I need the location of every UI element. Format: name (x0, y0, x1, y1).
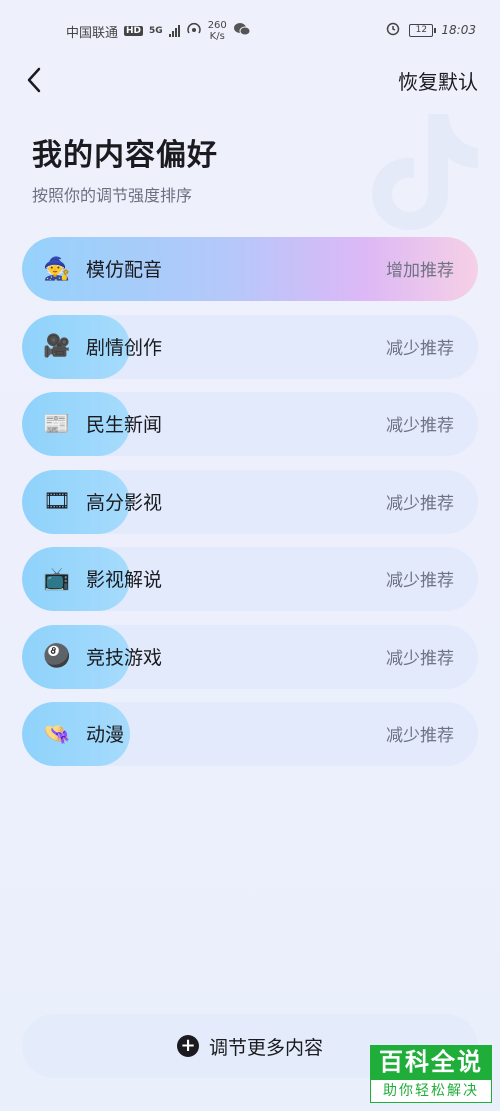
preference-action: 减少推荐 (386, 648, 454, 669)
preference-list: 🧙 模仿配音 增加推荐 🎥 剧情创作 减少推荐 📰 民生新闻 减少推荐 🎞 高分… (22, 237, 478, 780)
preference-action: 增加推荐 (386, 261, 454, 281)
back-button[interactable] (18, 64, 50, 96)
billiard-ball-icon: 🎱 (43, 644, 71, 669)
preference-label: 剧情创作 (86, 336, 163, 359)
plus-circle-icon: + (176, 1035, 199, 1057)
network-speed: 260 K/s (208, 20, 227, 42)
preference-item[interactable]: 📰 民生新闻 减少推荐 (22, 392, 478, 456)
preference-item[interactable]: 🎥 剧情创作 减少推荐 (22, 314, 478, 379)
page-title: 我的内容偏好 (32, 138, 218, 173)
preference-label: 竞技游戏 (86, 646, 163, 669)
movie-camera-icon: 🎥 (43, 334, 71, 359)
network-type: 5G (149, 25, 163, 36)
hotspot-icon (186, 22, 202, 40)
watermark-title: 百科全说 (370, 1045, 492, 1079)
clock: 18:03 (441, 23, 476, 37)
preference-label: 影视解说 (86, 569, 163, 591)
preference-item[interactable]: 🎱 竞技游戏 减少推荐 (22, 624, 478, 689)
tiktok-logo-icon (372, 114, 478, 230)
hd-badge: HD (124, 26, 144, 36)
battery-icon: 12 (409, 23, 437, 37)
straw-hat-icon: 👒 (43, 721, 71, 747)
preference-label: 高分影视 (86, 491, 163, 514)
watermark-subtitle: 助你轻松解决 (370, 1079, 492, 1103)
preference-action: 减少推荐 (386, 571, 454, 591)
speed-value: 260 (207, 20, 227, 31)
watermark-badge: 百科全说 助你轻松解决 (370, 1045, 492, 1105)
preference-item[interactable]: 📺 影视解说 减少推荐 (22, 547, 478, 611)
preference-action: 减少推荐 (386, 416, 454, 436)
status-left: 中国联通 HD 5G 260 K/s (66, 20, 251, 42)
adjust-more-label: 调节更多内容 (208, 1036, 323, 1059)
preference-item[interactable]: 👒 动漫 减少推荐 (22, 702, 478, 766)
preference-action: 减少推荐 (386, 493, 454, 514)
status-bar: 中国联通 HD 5G 260 K/s 12 18:03 (0, 0, 500, 60)
preference-label: 模仿配音 (86, 259, 163, 281)
wizard-icon: 🧙 (43, 256, 71, 282)
preference-label: 动漫 (86, 724, 125, 746)
reset-default-button[interactable]: 恢复默认 (398, 66, 478, 95)
preference-label: 民生新闻 (86, 414, 163, 436)
signal-icon (168, 25, 180, 37)
preference-action: 减少推荐 (386, 726, 454, 746)
status-right: 12 18:03 (385, 20, 476, 40)
preference-item[interactable]: 🎞 高分影视 减少推荐 (22, 469, 478, 534)
television-icon: 📺 (43, 566, 71, 592)
wechat-icon (233, 22, 251, 40)
chevron-left-icon (27, 67, 41, 93)
film-strip-icon: 🎞 (43, 489, 71, 514)
speed-unit: K/s (209, 31, 225, 42)
preference-action: 减少推荐 (386, 338, 454, 359)
newspaper-icon: 📰 (43, 411, 71, 437)
preference-item[interactable]: 🧙 模仿配音 增加推荐 (22, 237, 478, 301)
alarm-icon (385, 20, 401, 40)
page-subtitle: 按照你的调节强度排序 (32, 186, 193, 205)
carrier-name: 中国联通 (66, 25, 119, 41)
